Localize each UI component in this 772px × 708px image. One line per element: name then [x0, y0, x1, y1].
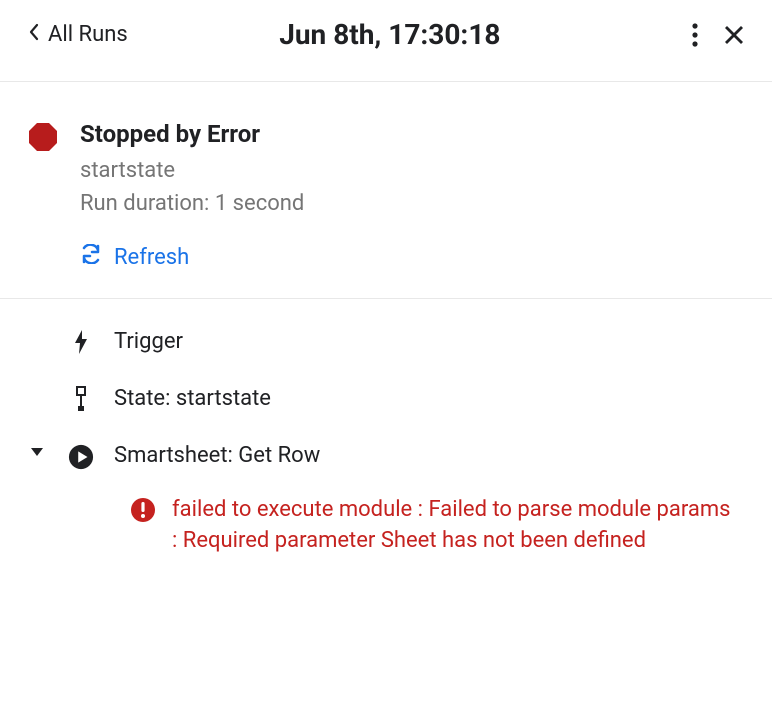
status-title: Stopped by Error: [80, 120, 744, 148]
header: All Runs Jun 8th, 17:30:18: [0, 0, 772, 82]
error-badge-icon: [130, 497, 156, 527]
refresh-label: Refresh: [114, 245, 189, 270]
trigger-label: Trigger: [114, 327, 183, 358]
error-detail: failed to execute module : Failed to par…: [28, 495, 744, 557]
error-message: failed to execute module : Failed to par…: [172, 495, 732, 557]
refresh-icon: [80, 244, 102, 270]
state-label: State: startstate: [114, 384, 271, 415]
status-content: Stopped by Error startstate Run duration…: [80, 120, 744, 270]
chevron-left-icon: [28, 22, 40, 47]
step-state: State: startstate: [28, 384, 744, 415]
error-octagon-icon: [28, 122, 58, 270]
step-action: Smartsheet: Get Row: [28, 441, 744, 472]
header-actions: [692, 23, 744, 47]
refresh-button[interactable]: Refresh: [80, 244, 744, 270]
status-section: Stopped by Error startstate Run duration…: [0, 82, 772, 299]
bolt-icon: [68, 329, 94, 355]
page-title: Jun 8th, 17:30:18: [88, 18, 692, 51]
steps-section: Trigger State: startstate Smartsheet: Ge…: [0, 299, 772, 577]
close-icon[interactable]: [724, 25, 744, 45]
action-label: Smartsheet: Get Row: [114, 441, 320, 472]
expand-toggle[interactable]: [28, 447, 46, 457]
status-subtitle: startstate: [80, 158, 744, 183]
status-duration: Run duration: 1 second: [80, 191, 744, 216]
state-icon: [68, 386, 94, 412]
step-trigger: Trigger: [28, 327, 744, 358]
more-vert-icon[interactable]: [692, 23, 698, 47]
play-circle-icon: [68, 443, 94, 471]
